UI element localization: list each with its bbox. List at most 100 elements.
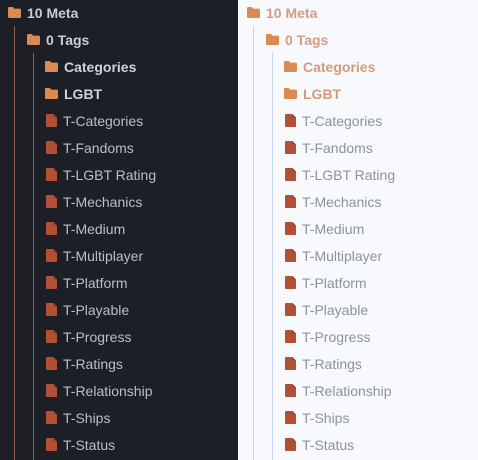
file-icon — [285, 303, 296, 316]
file-item[interactable]: T-Medium — [46, 215, 125, 242]
indent-guide — [272, 53, 273, 460]
file-icon — [285, 114, 296, 127]
tree-item-label: T-Status — [63, 436, 116, 453]
folder-icon — [8, 7, 21, 18]
folder-category[interactable]: Categories — [284, 53, 375, 80]
folder-0-tags[interactable]: 0 Tags — [27, 26, 89, 53]
file-item[interactable]: T-Playable — [46, 296, 129, 323]
file-item[interactable]: T-Mechanics — [46, 188, 142, 215]
tree-item-label: T-Categories — [302, 112, 383, 129]
tree-item-label: T-Mechanics — [302, 193, 382, 210]
file-icon — [46, 384, 57, 397]
folder-10-meta[interactable]: 10 Meta — [247, 0, 317, 26]
tree-item-label: T-Ships — [63, 409, 111, 426]
tree-item-label: 0 Tags — [46, 31, 90, 48]
indent-guide — [14, 26, 15, 460]
tree-item-label: T-Multiplayer — [63, 247, 144, 264]
file-icon — [285, 384, 296, 397]
file-item[interactable]: T-Ships — [46, 404, 110, 431]
file-item[interactable]: T-Multiplayer — [46, 242, 143, 269]
file-item[interactable]: T-Multiplayer — [285, 242, 382, 269]
file-icon — [285, 276, 296, 289]
file-item[interactable]: T-LGBT Rating — [285, 161, 395, 188]
tree-item-label: 10 Meta — [266, 4, 318, 21]
folder-icon — [45, 88, 58, 99]
file-item[interactable]: T-Progress — [46, 323, 131, 350]
file-icon — [46, 249, 57, 262]
folder-icon — [266, 34, 279, 45]
folder-category[interactable]: Categories — [45, 53, 136, 80]
file-icon — [46, 276, 57, 289]
file-icon — [285, 168, 296, 181]
file-item[interactable]: T-Relationship — [46, 377, 153, 404]
tree-item-label: T-Status — [302, 436, 355, 453]
folder-category[interactable]: LGBT — [45, 80, 102, 107]
tree-item-label: T-LGBT Rating — [63, 166, 157, 183]
file-item[interactable]: T-Status — [285, 431, 354, 458]
tree-item-label: T-Relationship — [63, 382, 153, 399]
tree-item-label: T-Playable — [63, 301, 130, 318]
file-item[interactable]: T-Platform — [285, 269, 367, 296]
tree-item-label: T-Platform — [302, 274, 367, 291]
file-icon — [285, 195, 296, 208]
file-item[interactable]: T-Progress — [285, 323, 370, 350]
file-item[interactable]: T-Ships — [285, 404, 349, 431]
file-icon — [285, 249, 296, 262]
file-icon — [46, 438, 57, 451]
folder-0-tags[interactable]: 0 Tags — [266, 26, 328, 53]
file-icon — [285, 222, 296, 235]
folder-10-meta[interactable]: 10 Meta — [8, 0, 78, 26]
tree-item-label: T-Fandoms — [63, 139, 134, 156]
file-icon — [46, 330, 57, 343]
tree-item-label: T-Platform — [63, 274, 128, 291]
tree-item-label: 0 Tags — [285, 31, 329, 48]
file-icon — [46, 411, 57, 424]
file-tree-light: 10 Meta 0 Tags Categories LGBT T-Categories T… — [238, 0, 478, 460]
tree-item-label: T-Ratings — [302, 355, 362, 372]
file-icon — [285, 411, 296, 424]
tree-item-label: Categories — [64, 58, 137, 75]
file-item[interactable]: T-Relationship — [285, 377, 392, 404]
file-icon — [46, 168, 57, 181]
file-icon — [46, 141, 57, 154]
folder-icon — [284, 61, 297, 72]
tree-item-label: T-Ratings — [63, 355, 123, 372]
file-icon — [285, 438, 296, 451]
tree-item-label: LGBT — [64, 85, 103, 102]
tree-item-label: T-Categories — [63, 112, 144, 129]
tree-item-label: T-Medium — [302, 220, 365, 237]
indent-guide — [33, 53, 34, 460]
tree-item-label: T-Relationship — [302, 382, 392, 399]
folder-icon — [284, 88, 297, 99]
tree-item-label: T-Playable — [302, 301, 369, 318]
file-icon — [285, 330, 296, 343]
file-icon — [46, 303, 57, 316]
folder-icon — [27, 34, 40, 45]
file-item[interactable]: T-Medium — [285, 215, 364, 242]
indent-guide — [253, 26, 254, 460]
file-item[interactable]: T-Categories — [46, 107, 143, 134]
tree-item-label: T-Multiplayer — [302, 247, 383, 264]
tree-item-label: Categories — [303, 58, 376, 75]
file-item[interactable]: T-Mechanics — [285, 188, 381, 215]
folder-icon — [45, 61, 58, 72]
tree-item-label: T-Progress — [63, 328, 132, 345]
file-icon — [285, 141, 296, 154]
tree-item-label: T-LGBT Rating — [302, 166, 396, 183]
tree-item-label: T-Fandoms — [302, 139, 373, 156]
file-item[interactable]: T-Fandoms — [46, 134, 134, 161]
file-icon — [46, 195, 57, 208]
file-item[interactable]: T-Ratings — [46, 350, 123, 377]
file-item[interactable]: T-Playable — [285, 296, 368, 323]
file-item[interactable]: T-Platform — [46, 269, 128, 296]
file-item[interactable]: T-Status — [46, 431, 115, 458]
folder-category[interactable]: LGBT — [284, 80, 341, 107]
file-icon — [285, 357, 296, 370]
file-item[interactable]: T-Ratings — [285, 350, 362, 377]
file-icon — [46, 357, 57, 370]
file-item[interactable]: T-LGBT Rating — [46, 161, 156, 188]
folder-icon — [247, 7, 260, 18]
file-item[interactable]: T-Categories — [285, 107, 382, 134]
file-item[interactable]: T-Fandoms — [285, 134, 373, 161]
tree-item-label: T-Ships — [302, 409, 350, 426]
